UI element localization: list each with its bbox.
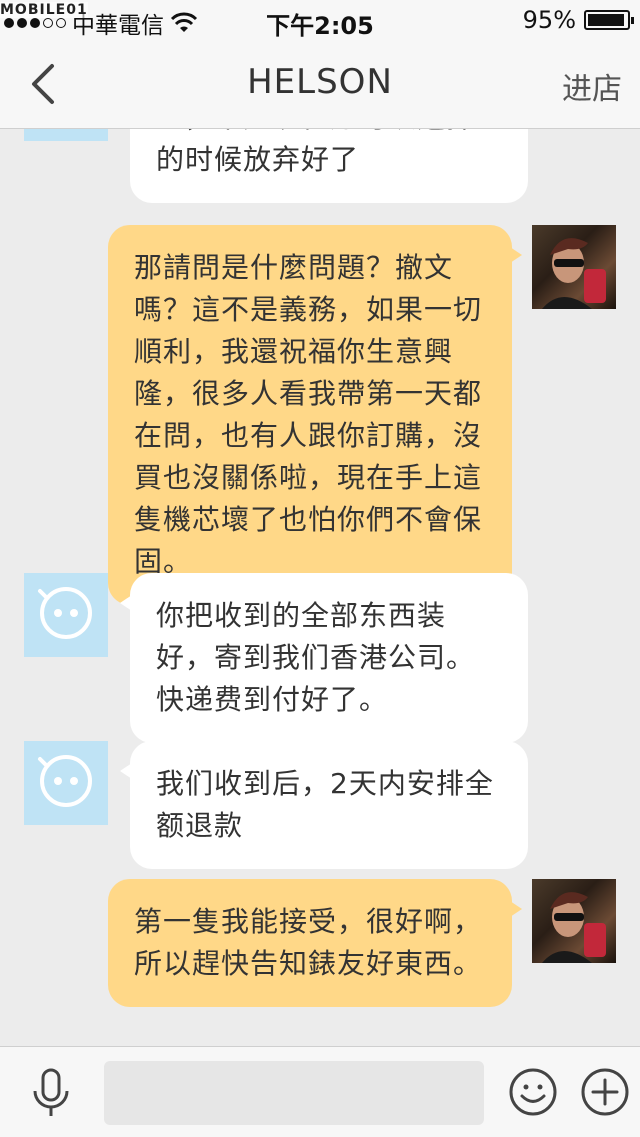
input-bar	[0, 1046, 640, 1137]
battery-fill	[588, 14, 624, 26]
battery-icon	[584, 10, 634, 30]
user-photo-icon	[542, 238, 606, 309]
battery-percent: 95%	[522, 6, 576, 34]
bot-avatar[interactable]	[24, 573, 108, 657]
bot-face-icon	[38, 755, 92, 807]
message-bubble-incoming: 心，不如现在还可以选择的时候放弃好了	[130, 129, 528, 203]
status-right: 95%	[522, 6, 634, 34]
user-avatar[interactable]	[532, 879, 616, 963]
message-input[interactable]	[104, 1061, 484, 1125]
status-bar: 中華電信 MOBILE01 下午2:05 95%	[0, 0, 640, 40]
message-bubble-outgoing: 那請問是什麼問題？撤文嗎？這不是義務，如果一切順利，我還祝福你生意興隆，很多人看…	[108, 225, 522, 605]
message-bubble-outgoing: 第一隻我能接受，很好啊，所以趕快告知錶友好東西。	[108, 879, 522, 1007]
bot-face-icon	[38, 587, 92, 639]
navigation-bar: HELSON 进店	[0, 40, 640, 129]
user-photo-icon	[542, 892, 606, 963]
enter-store-button[interactable]: 进店	[562, 64, 622, 108]
microphone-icon[interactable]	[30, 1067, 72, 1119]
message-bubble-incoming: 我们收到后，2天内安排全额退款	[120, 741, 528, 869]
bot-avatar[interactable]	[24, 129, 108, 141]
emoji-icon[interactable]	[508, 1067, 558, 1117]
page-title: HELSON	[247, 62, 393, 102]
message-bubble-incoming: 你把收到的全部东西装好，寄到我们香港公司。快递费到付好了。	[120, 573, 528, 743]
bot-avatar[interactable]	[24, 741, 108, 825]
plus-icon[interactable]	[580, 1067, 630, 1117]
chat-area[interactable]: 心，不如现在还可以选择的时候放弃好了 那請問是什麼問題？撤文嗎？這不是義務，如果…	[0, 129, 640, 1046]
user-avatar[interactable]	[532, 225, 616, 309]
